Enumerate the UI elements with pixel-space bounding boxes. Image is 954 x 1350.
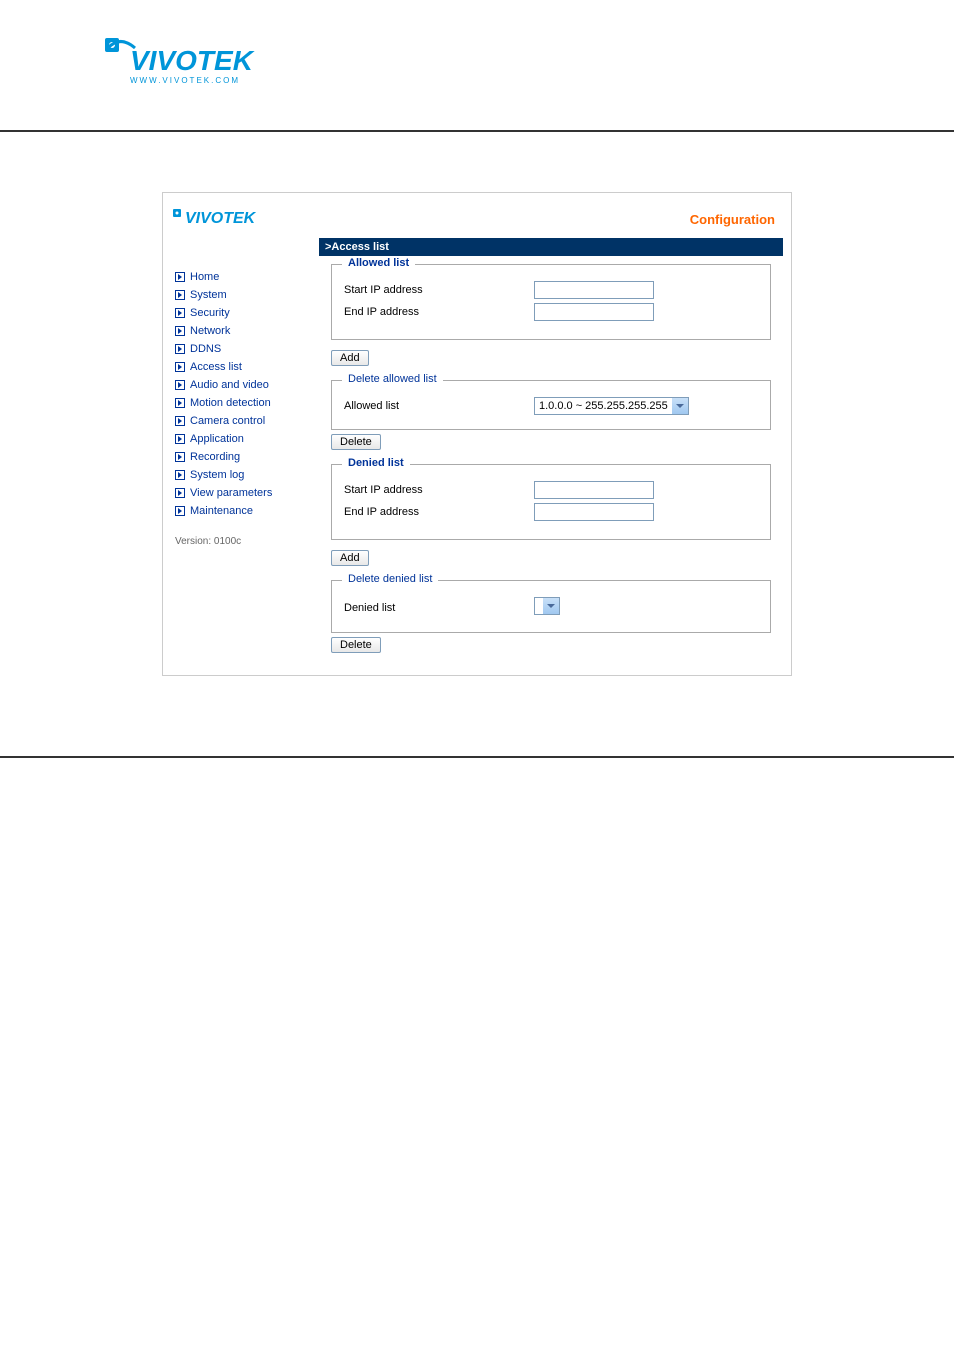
denied-list-row: Denied list (344, 597, 758, 618)
delete-denied-fieldset: Delete denied list Denied list (331, 580, 771, 633)
arrow-icon (175, 452, 185, 462)
svg-text:WWW.VIVOTEK.COM: WWW.VIVOTEK.COM (130, 76, 240, 85)
sidebar-item-label: Application (190, 433, 244, 445)
divider-top (0, 130, 954, 132)
sidebar-item-label: System log (190, 469, 244, 481)
title-bar: >Access list (319, 238, 783, 256)
sidebar-item-view-parameters[interactable]: View parameters (175, 484, 311, 502)
sidebar-item-network[interactable]: Network (175, 322, 311, 340)
config-window: VIVOTEK Configuration >Access list Home … (162, 192, 792, 676)
allowed-list-row: Allowed list 1.0.0.0 ~ 255.255.255.255 (344, 397, 758, 415)
delete-allowed-legend: Delete allowed list (342, 373, 443, 385)
denied-start-ip-input[interactable] (534, 481, 654, 499)
sidebar-item-label: Audio and video (190, 379, 269, 391)
denied-end-ip-row: End IP address (344, 503, 758, 521)
end-ip-label: End IP address (344, 506, 534, 518)
chevron-down-icon (672, 398, 688, 414)
denied-start-ip-row: Start IP address (344, 481, 758, 499)
sidebar-item-label: System (190, 289, 227, 301)
sidebar-item-maintenance[interactable]: Maintenance (175, 502, 311, 520)
page-logo: VIVOTEK WWW.VIVOTEK.COM (0, 0, 954, 100)
sidebar-item-access-list[interactable]: Access list (175, 358, 311, 376)
start-ip-label: Start IP address (344, 284, 534, 296)
allowed-start-ip-row: Start IP address (344, 281, 758, 299)
sidebar: Home System Security Network DDNS Access… (171, 256, 319, 667)
sidebar-item-home[interactable]: Home (175, 268, 311, 286)
svg-text:VIVOTEK: VIVOTEK (185, 210, 257, 227)
allowed-list-select[interactable]: 1.0.0.0 ~ 255.255.255.255 (534, 397, 689, 415)
allowed-list-label: Allowed list (344, 400, 534, 412)
allowed-list-fieldset: Allowed list Start IP address End IP add… (331, 264, 771, 340)
sidebar-item-ddns[interactable]: DDNS (175, 340, 311, 358)
logo-small: VIVOTEK (171, 205, 281, 234)
sidebar-item-recording[interactable]: Recording (175, 448, 311, 466)
delete-allowed-fieldset: Delete allowed list Allowed list 1.0.0.0… (331, 380, 771, 430)
arrow-icon (175, 380, 185, 390)
allowed-list-legend: Allowed list (342, 257, 415, 269)
allowed-start-ip-input[interactable] (534, 281, 654, 299)
sidebar-item-label: Recording (190, 451, 240, 463)
delete-denied-legend: Delete denied list (342, 573, 438, 585)
denied-add-button[interactable]: Add (331, 550, 369, 566)
arrow-icon (175, 326, 185, 336)
sidebar-item-label: Network (190, 325, 230, 337)
arrow-icon (175, 416, 185, 426)
sidebar-item-camera-control[interactable]: Camera control (175, 412, 311, 430)
svg-text:VIVOTEK: VIVOTEK (130, 45, 255, 76)
denied-list-select[interactable] (534, 597, 560, 618)
arrow-icon (175, 488, 185, 498)
denied-list-legend: Denied list (342, 457, 410, 469)
denied-list-label: Denied list (344, 602, 534, 614)
arrow-icon (175, 434, 185, 444)
arrow-icon (175, 398, 185, 408)
chevron-down-icon (543, 598, 559, 614)
divider-bottom (0, 756, 954, 758)
config-header: VIVOTEK Configuration (171, 201, 783, 238)
sidebar-item-label: Access list (190, 361, 242, 373)
allowed-add-button[interactable]: Add (331, 350, 369, 366)
start-ip-label: Start IP address (344, 484, 534, 496)
allowed-delete-button[interactable]: Delete (331, 434, 381, 450)
sidebar-item-label: Motion detection (190, 397, 271, 409)
arrow-icon (175, 362, 185, 372)
sidebar-item-label: Home (190, 271, 219, 283)
denied-end-ip-input[interactable] (534, 503, 654, 521)
sidebar-item-label: Security (190, 307, 230, 319)
sidebar-item-system[interactable]: System (175, 286, 311, 304)
sidebar-item-security[interactable]: Security (175, 304, 311, 322)
sidebar-item-application[interactable]: Application (175, 430, 311, 448)
arrow-icon (175, 272, 185, 282)
arrow-icon (175, 290, 185, 300)
sidebar-item-audio-video[interactable]: Audio and video (175, 376, 311, 394)
main-content: Allowed list Start IP address End IP add… (319, 256, 783, 667)
sidebar-item-system-log[interactable]: System log (175, 466, 311, 484)
config-body: Home System Security Network DDNS Access… (171, 256, 783, 667)
allowed-end-ip-input[interactable] (534, 303, 654, 321)
arrow-icon (175, 344, 185, 354)
arrow-icon (175, 506, 185, 516)
arrow-icon (175, 308, 185, 318)
allowed-list-selected: 1.0.0.0 ~ 255.255.255.255 (534, 397, 689, 415)
config-label: Configuration (690, 212, 775, 227)
sidebar-item-label: Maintenance (190, 505, 253, 517)
sidebar-item-label: DDNS (190, 343, 221, 355)
allowed-end-ip-row: End IP address (344, 303, 758, 321)
arrow-icon (175, 470, 185, 480)
end-ip-label: End IP address (344, 306, 534, 318)
sidebar-item-label: View parameters (190, 487, 272, 499)
version-label: Version: 0100c (175, 536, 311, 547)
sidebar-item-motion-detection[interactable]: Motion detection (175, 394, 311, 412)
sidebar-item-label: Camera control (190, 415, 265, 427)
denied-list-fieldset: Denied list Start IP address End IP addr… (331, 464, 771, 540)
denied-delete-button[interactable]: Delete (331, 637, 381, 653)
